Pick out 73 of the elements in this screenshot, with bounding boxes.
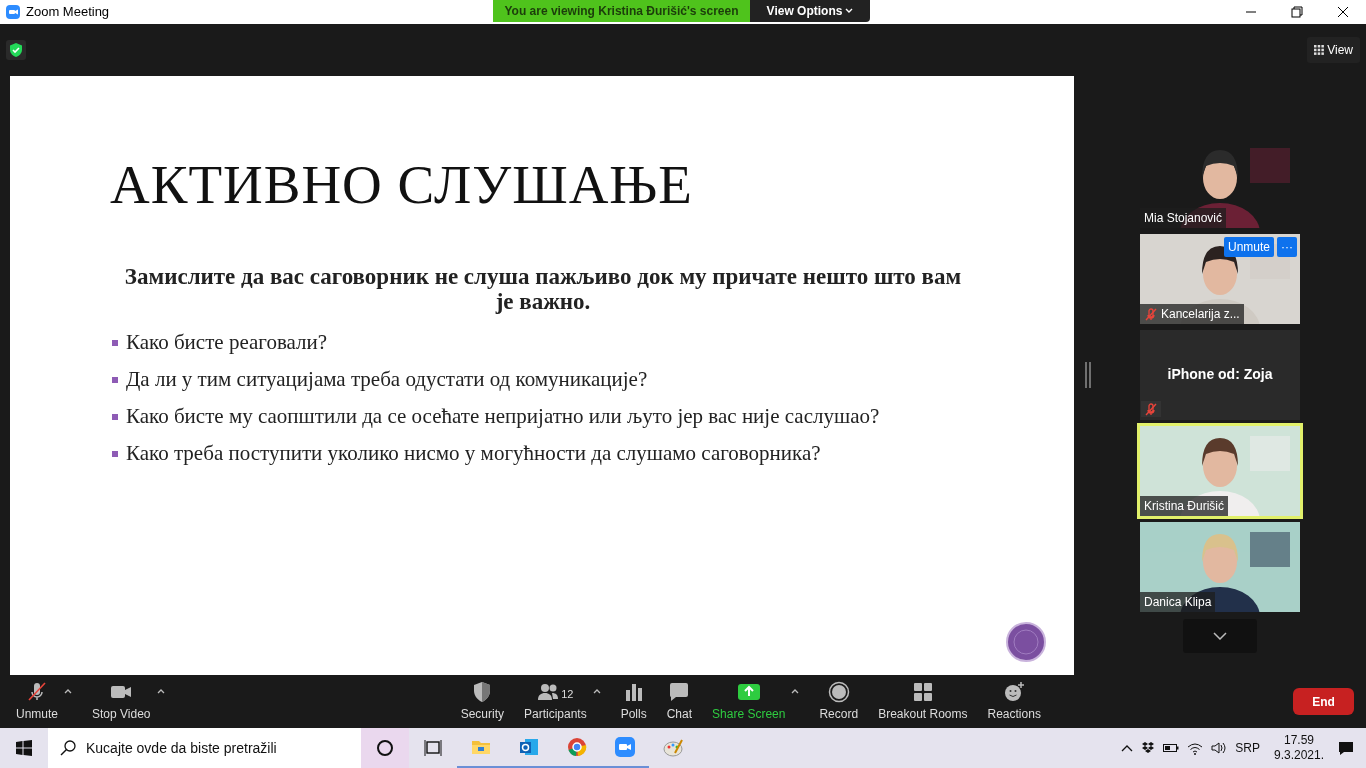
video-tile[interactable]: Danica Klipa (1140, 522, 1300, 612)
chat-button[interactable]: Chat (662, 678, 697, 725)
bullet-text: Да ли у тим ситуацијама треба одустати од комуникације? (126, 365, 648, 393)
muted-mic-icon (1144, 402, 1158, 416)
clock-date: 9.3.2021. (1273, 748, 1324, 763)
task-view-icon[interactable] (423, 738, 443, 758)
polls-button[interactable]: Polls (616, 678, 651, 725)
dropbox-icon[interactable] (1141, 741, 1156, 755)
record-button[interactable]: Record (815, 678, 863, 725)
cortana-icon[interactable] (375, 738, 395, 758)
participant-count: 12 (561, 687, 574, 702)
name-label: Danica Klipa (1140, 592, 1216, 612)
record-icon (827, 680, 850, 703)
bullet-icon (112, 376, 118, 383)
clock-time: 17.59 (1282, 733, 1315, 748)
search-field[interactable]: Kucajte ovde da biste pretražili (48, 728, 361, 768)
slide-title: АКТИВНО СЛУШАЊЕ (110, 153, 693, 217)
end-button[interactable]: End (1293, 688, 1354, 715)
breakout-icon (911, 680, 934, 703)
participants-button[interactable]: 12 Participants (520, 678, 591, 725)
video-tile[interactable]: Mia Stojanović (1140, 138, 1300, 228)
participant-name: iPhone od: Zoja (1166, 365, 1274, 384)
window-title: Zoom Meeting (26, 3, 110, 22)
bullet-icon (112, 413, 118, 420)
bullet-text: Како бисте му саопштили да се осећате непријатно или љуто јер вас није саслушао? (126, 402, 880, 430)
reactions-button[interactable]: Reactions (983, 678, 1045, 725)
breakout-button[interactable]: Breakout Rooms (874, 678, 972, 725)
app-logo-icon (6, 5, 20, 19)
windows-start-icon[interactable] (16, 740, 32, 756)
splitter-handle[interactable] (1085, 362, 1091, 388)
shield-icon (6, 40, 26, 60)
logo-icon (1006, 622, 1046, 662)
share-banner: You are viewing Kristina Đurišić's screen (493, 0, 750, 22)
view-options-button[interactable]: View Options (750, 0, 870, 22)
slide-prompt: Замислите да вас саговорник не слуша пажљиво док му причате нешто што вам је важно. (123, 264, 963, 314)
bullet-icon (112, 339, 118, 346)
chat-icon (668, 680, 691, 703)
video-tile[interactable]: Kristina Đurišić (1140, 426, 1300, 516)
security-button[interactable]: Security (456, 678, 508, 725)
mic-icon (26, 680, 48, 703)
name-label: Kristina Đurišić (1140, 496, 1228, 516)
muted-mic-icon (1144, 307, 1158, 321)
bullet-text: Како бисте реаговали? (126, 328, 328, 356)
caret-icon[interactable] (592, 687, 601, 694)
bullet-icon (112, 450, 118, 457)
chevron-down-icon (1213, 632, 1227, 640)
view-button[interactable]: View (1307, 37, 1360, 63)
video-tile[interactable]: Unmute ··· Kancelarija z... (1140, 234, 1300, 324)
unmute-button[interactable]: Unmute (1223, 237, 1274, 257)
mic-button[interactable]: Unmute (12, 678, 63, 725)
more-button[interactable]: ··· (1277, 237, 1297, 257)
volume-icon[interactable] (1211, 741, 1228, 755)
caret-icon[interactable] (64, 687, 73, 694)
caret-icon (845, 8, 854, 14)
language-indicator[interactable]: SRP (1235, 739, 1260, 757)
caret-icon[interactable] (156, 687, 165, 694)
notification-icon[interactable] (1338, 740, 1354, 756)
chevron-up-icon[interactable] (1121, 744, 1134, 752)
restore-icon[interactable] (1289, 4, 1305, 20)
reactions-icon (1003, 680, 1026, 703)
bullet-text: Како треба поступити уколико нисмо у могућности да слушамо саговорника? (126, 439, 821, 467)
browser-icon[interactable] (567, 737, 587, 757)
video-tile[interactable]: iPhone od: Zoja (1140, 330, 1300, 420)
wifi-icon[interactable] (1187, 741, 1204, 755)
close-icon[interactable] (1335, 4, 1351, 20)
video-app-icon[interactable] (615, 737, 635, 757)
caret-icon[interactable] (791, 687, 800, 694)
battery-icon[interactable] (1163, 743, 1180, 753)
video-button[interactable]: Stop Video (88, 678, 155, 725)
share-button[interactable]: Share Screen (708, 678, 790, 725)
grid-icon (1314, 45, 1325, 55)
name-label: Kancelarija z... (1140, 304, 1244, 324)
mail-app-icon[interactable] (519, 737, 539, 757)
